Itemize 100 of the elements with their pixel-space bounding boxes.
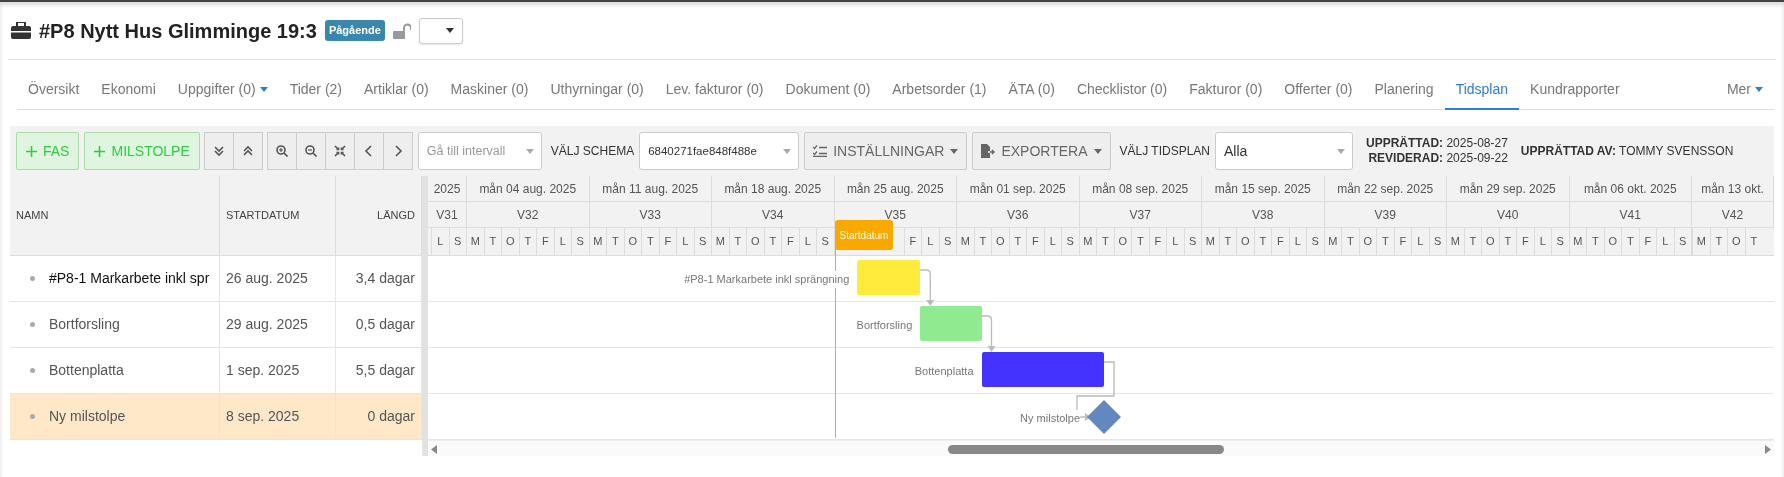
caret-icon bbox=[525, 149, 534, 154]
day-header: L bbox=[553, 228, 571, 255]
day-header: M bbox=[1201, 228, 1219, 255]
tab[interactable]: Lev. fakturor (0) bbox=[654, 70, 775, 110]
tab[interactable]: Översikt bbox=[17, 70, 91, 110]
collapse-button[interactable] bbox=[203, 132, 234, 170]
day-header: T bbox=[1096, 228, 1114, 255]
schema-select[interactable]: 6840271fae848f488e bbox=[639, 132, 800, 170]
day-header: S bbox=[1183, 228, 1201, 255]
tab[interactable]: Artiklar (0) bbox=[353, 70, 440, 110]
date-header: mån 18 aug. 2025 bbox=[712, 176, 835, 201]
tab[interactable]: Tidsplan bbox=[1444, 70, 1520, 110]
task-name[interactable]: Ny milstolpe bbox=[49, 406, 126, 427]
tab[interactable]: Tider (2) bbox=[278, 70, 353, 110]
start-date-tag: Startdatum bbox=[834, 220, 894, 250]
day-header: M bbox=[711, 228, 729, 255]
timeplan-select[interactable]: Alla bbox=[1215, 132, 1353, 170]
day-header: F bbox=[1516, 228, 1534, 255]
horizontal-scrollbar[interactable] bbox=[428, 440, 1774, 456]
column-header[interactable]: STARTDATUM bbox=[220, 176, 336, 255]
connector-arrow bbox=[980, 315, 996, 352]
day-header: L bbox=[676, 228, 694, 255]
day-header: M bbox=[1323, 228, 1341, 255]
tab[interactable]: ÄTA (0) bbox=[997, 70, 1066, 110]
expand-button[interactable] bbox=[232, 132, 263, 170]
dropdown-button[interactable] bbox=[418, 17, 463, 44]
task-name[interactable]: Bortforsling bbox=[49, 314, 120, 335]
tab[interactable]: Maskiner (0) bbox=[439, 70, 540, 110]
day-header: S bbox=[1428, 228, 1446, 255]
day-header: T bbox=[483, 228, 501, 255]
tab[interactable]: Arbetsorder (1) bbox=[881, 70, 998, 110]
zoom-out-button[interactable] bbox=[295, 132, 326, 170]
date-header: mån 11 aug. 2025 bbox=[589, 176, 712, 201]
created-by: UPPRÄTTAD AV: TOMMY SVENSSON bbox=[1520, 143, 1734, 159]
zoom-out-icon bbox=[304, 145, 317, 157]
day-header: L bbox=[1288, 228, 1306, 255]
caret-icon bbox=[1755, 86, 1763, 92]
day-header: O bbox=[1481, 228, 1499, 255]
day-header: O bbox=[1603, 228, 1621, 255]
previous-button[interactable] bbox=[353, 132, 384, 170]
bullet-icon bbox=[30, 368, 35, 373]
bullet-icon bbox=[30, 414, 35, 419]
date-header: mån 06 okt. 2025 bbox=[1569, 176, 1692, 201]
day-header: T bbox=[518, 228, 536, 255]
day-header: F bbox=[781, 228, 799, 255]
week-header: V40 bbox=[1447, 202, 1570, 227]
column-header[interactable]: NAMN bbox=[10, 176, 220, 255]
duration: 3,4 dagar bbox=[355, 269, 415, 288]
revised-date: REVIDERAD: 2025-09-22 bbox=[1367, 151, 1508, 166]
day-header: M bbox=[1446, 228, 1464, 255]
interval-select[interactable]: Gå till intervall bbox=[417, 132, 542, 170]
day-header: T bbox=[1586, 228, 1604, 255]
tab[interactable]: Checklistor (0) bbox=[1065, 70, 1179, 110]
task-name[interactable]: Bottenplatta bbox=[49, 360, 124, 381]
day-header: L bbox=[798, 228, 816, 255]
briefcase-icon bbox=[11, 22, 31, 39]
day-header: L bbox=[431, 228, 449, 255]
week-header: V41 bbox=[1569, 202, 1692, 227]
zoom-in-button[interactable] bbox=[266, 132, 297, 170]
tab[interactable]: Offerter (0) bbox=[1273, 70, 1364, 110]
checklist-icon bbox=[813, 145, 828, 157]
day-header: M bbox=[1568, 228, 1586, 255]
settings-button[interactable]: INSTÄLLNINGAR bbox=[804, 132, 968, 170]
date-header: mån 22 sep. 2025 bbox=[1324, 176, 1447, 201]
day-header: S bbox=[1673, 228, 1691, 255]
export-button[interactable]: EXPORTERA bbox=[972, 132, 1111, 170]
start-date: 29 aug. 2025 bbox=[226, 315, 308, 334]
tab[interactable]: Uthyrningar (0) bbox=[539, 70, 655, 110]
day-header: F bbox=[1393, 228, 1411, 255]
tab[interactable]: Ekonomi bbox=[90, 70, 167, 110]
day-header: O bbox=[991, 228, 1009, 255]
start-date: 1 sep. 2025 bbox=[226, 361, 300, 380]
tab[interactable]: Fakturor (0) bbox=[1178, 70, 1274, 110]
selected-row[interactable]: Ny milstolpe 8 sep. 2025 0 dagar bbox=[10, 394, 422, 440]
day-header: T bbox=[606, 228, 624, 255]
scroll-left-icon bbox=[431, 444, 437, 454]
next-button[interactable] bbox=[382, 132, 413, 170]
tab[interactable]: Dokument (0) bbox=[774, 70, 882, 110]
tab[interactable]: Uppgifter (0) bbox=[166, 70, 279, 110]
duration: 0,5 dagar bbox=[355, 315, 415, 334]
day-header: F bbox=[1638, 228, 1656, 255]
start-date: 26 aug. 2025 bbox=[226, 269, 308, 288]
task-name[interactable]: #P8-1 Markarbete inkl spr bbox=[49, 268, 210, 289]
day-header: L bbox=[1411, 228, 1429, 255]
caret-icon bbox=[1093, 148, 1102, 154]
day-header: S bbox=[938, 228, 956, 255]
scrollbar-thumb[interactable] bbox=[948, 445, 1224, 454]
tab[interactable]: Kundrapporter bbox=[1519, 70, 1631, 110]
scroll-right-icon bbox=[1765, 444, 1771, 454]
tab[interactable]: Planering bbox=[1363, 70, 1445, 110]
bullet-icon bbox=[30, 322, 35, 327]
day-header: F bbox=[536, 228, 554, 255]
day-header: F bbox=[1271, 228, 1289, 255]
more-menu[interactable]: Mer bbox=[1715, 70, 1774, 110]
zoom-in-icon bbox=[275, 145, 288, 157]
day-header: T bbox=[973, 228, 991, 255]
week-header: V31 bbox=[428, 202, 467, 227]
day-header: T bbox=[1008, 228, 1026, 255]
day-header: T bbox=[1744, 228, 1762, 255]
fit-button[interactable] bbox=[324, 132, 355, 170]
